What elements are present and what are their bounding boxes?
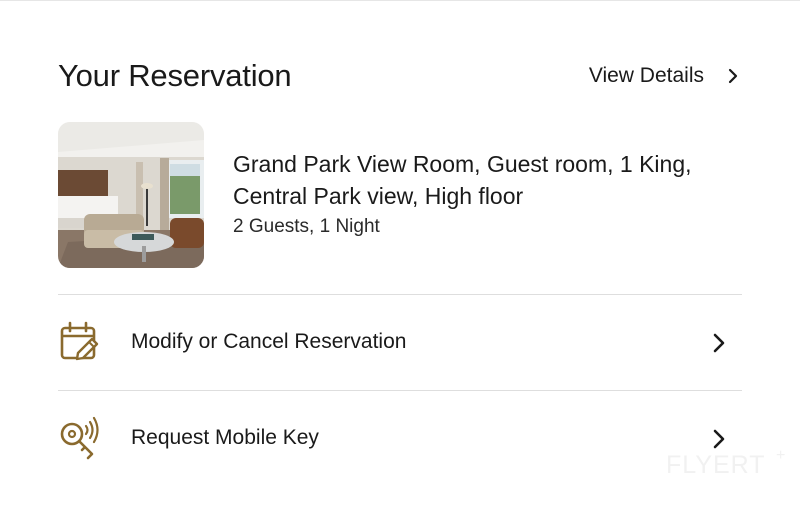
- chevron-right-icon: [713, 429, 725, 449]
- page-title: Your Reservation: [58, 58, 292, 93]
- chevron-right-icon: [713, 333, 725, 353]
- room-guests-nights: 2 Guests, 1 Night: [233, 216, 380, 237]
- room-name: Grand Park View Room, Guest room, 1 King…: [233, 151, 692, 209]
- modify-cancel-reservation-row[interactable]: Modify or Cancel Reservation: [58, 308, 740, 378]
- reservation-header: Your Reservation View Details: [58, 56, 740, 100]
- top-divider: [0, 0, 800, 1]
- chevron-right-icon: [728, 68, 738, 84]
- mobile-key-icon: [60, 416, 99, 460]
- request-mobile-key-row[interactable]: Request Mobile Key: [58, 404, 740, 474]
- watermark-logo: FLYERT +: [666, 447, 790, 515]
- view-details-link[interactable]: View Details: [589, 64, 740, 88]
- room-photo: [58, 122, 204, 268]
- watermark-plus: +: [776, 447, 786, 464]
- modify-cancel-label: Modify or Cancel Reservation: [131, 330, 407, 353]
- calendar-edit-icon: [60, 321, 99, 361]
- section-divider: [58, 294, 742, 295]
- watermark-text: FLYERT: [666, 451, 766, 479]
- request-mobile-key-label: Request Mobile Key: [131, 426, 319, 449]
- room-card: Grand Park View Room, Guest room, 1 King…: [58, 122, 740, 272]
- view-details-label: View Details: [588, 64, 704, 87]
- section-divider: [58, 390, 742, 391]
